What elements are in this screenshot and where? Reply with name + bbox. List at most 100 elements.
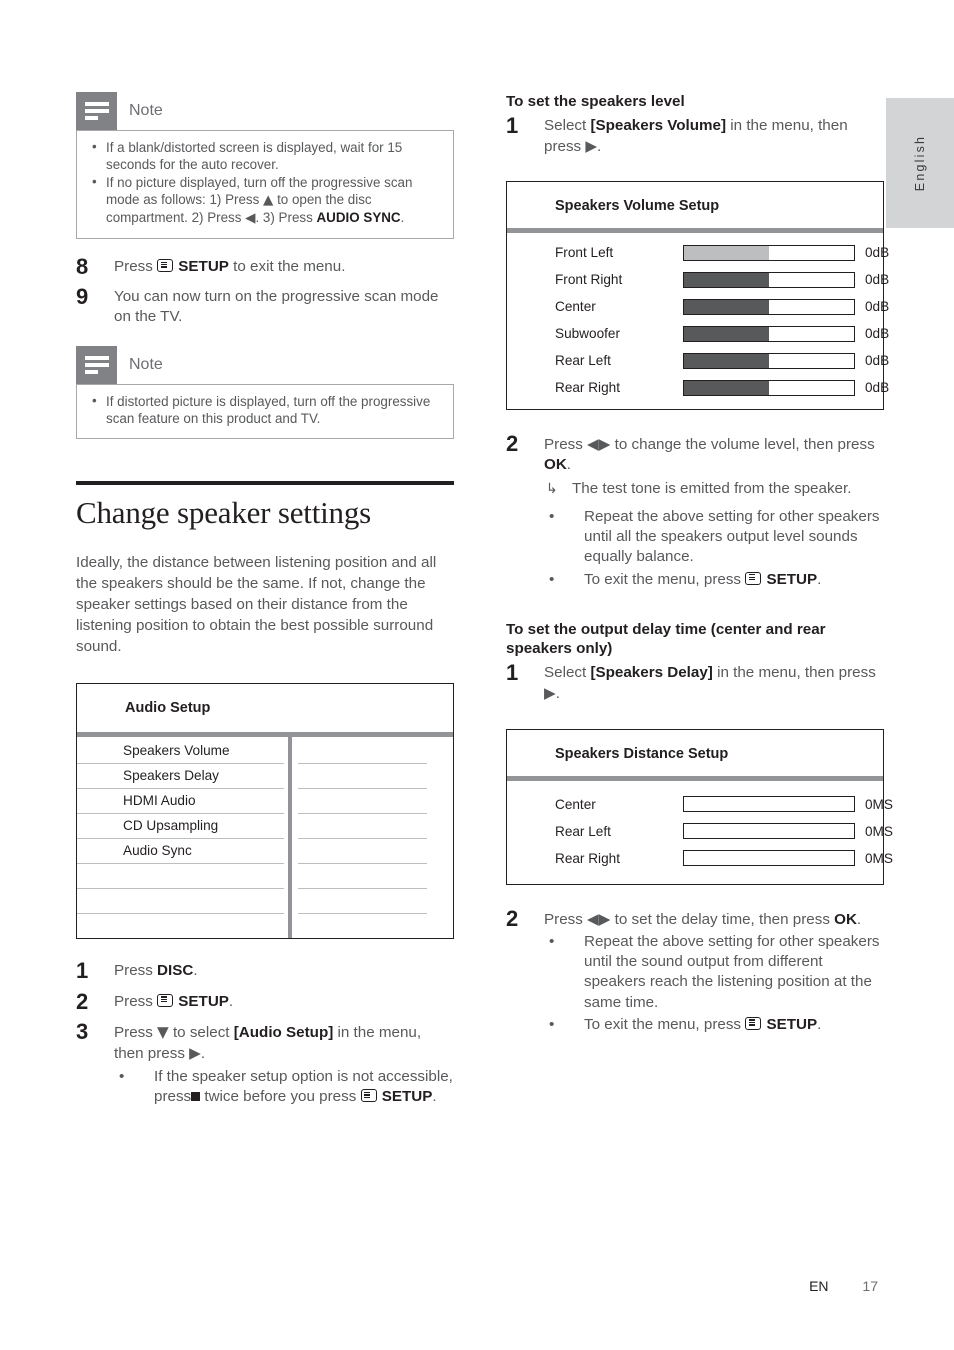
volume-bar[interactable]: [683, 352, 855, 369]
speakers-distance-setup-title: Speakers Distance Setup: [555, 745, 729, 762]
step-2-sublist: Repeat the above setting for other speak…: [544, 507, 884, 590]
speaker-label: Center: [555, 299, 596, 315]
speakers-distance-rows: Center 0MS Rear Left 0MS Rear Right 0MS: [507, 781, 893, 884]
step-8: 8 Press SETUP to exit the menu.: [76, 255, 454, 278]
table-row[interactable]: Rear Left 0dB: [507, 347, 889, 374]
step-text: Select [Speakers Delay] in the menu, the…: [544, 664, 876, 703]
step-text: Press DISC.: [114, 962, 198, 980]
section-paragraph: Ideally, the distance between listening …: [76, 553, 437, 655]
table-row[interactable]: Rear Right 0MS: [507, 845, 893, 872]
volume-value: 0dB: [865, 353, 890, 369]
speaker-label: Center: [555, 796, 596, 812]
speakers-distance-setup-panel: Speakers Distance Setup Center 0MS Rear …: [506, 728, 893, 885]
volume-bar[interactable]: [683, 325, 855, 342]
volume-bar[interactable]: [683, 244, 855, 261]
distance-bar[interactable]: [683, 796, 855, 813]
left-column: Note If a blank/distorted screen is disp…: [76, 92, 454, 1117]
note-icon: [76, 92, 117, 130]
setup-icon: [745, 571, 762, 585]
step-text: You can now turn on the progressive scan…: [114, 288, 439, 326]
step-number: 2: [506, 905, 519, 931]
speaker-label: Front Right: [555, 272, 623, 288]
menu-value-row: [298, 789, 427, 815]
step-number: 2: [506, 431, 519, 457]
table-row[interactable]: Front Left 0dB: [507, 239, 889, 266]
subheading-delay-time: To set the output delay time (center and…: [506, 620, 826, 658]
menu-value-row: [298, 864, 427, 890]
step-text: Press ◀▶ to change the volume level, the…: [544, 432, 884, 592]
distance-bar[interactable]: [683, 850, 855, 867]
step-2: 2 Press SETUP.: [76, 989, 454, 1012]
speaker-label: Front Left: [555, 245, 614, 261]
page-footer: EN 17: [809, 1278, 878, 1294]
audio-setup-menu: Audio Setup Speakers Volume Speakers Del…: [76, 683, 454, 940]
table-row[interactable]: Center 0MS: [507, 791, 893, 818]
section-rule: [76, 480, 454, 485]
list-item: Repeat the above setting for other speak…: [544, 932, 884, 1013]
list-item: To exit the menu, press SETUP.: [544, 1015, 884, 1035]
menu-item-empty: [77, 864, 284, 890]
list-item: If a blank/distorted screen is displayed…: [87, 138, 441, 173]
volume-value: 0dB: [865, 380, 890, 396]
step-text: Select [Speakers Volume] in the menu, th…: [544, 116, 848, 155]
distance-bar[interactable]: [683, 823, 855, 840]
step-number: 8: [76, 254, 89, 280]
menu-value-row: [298, 889, 427, 915]
menu-left-column: Speakers Volume Speakers Delay HDMI Audi…: [77, 737, 288, 938]
speaker-label: Rear Left: [555, 823, 611, 839]
menu-item[interactable]: Speakers Volume: [77, 739, 284, 765]
setup-icon: [360, 1089, 377, 1103]
volume-bar[interactable]: [683, 271, 855, 288]
distance-value: 0MS: [865, 850, 893, 866]
menu-item[interactable]: Audio Sync: [77, 839, 284, 865]
note-title-2: Note: [129, 355, 163, 373]
menu-value-row: [298, 739, 427, 765]
setup-icon: [745, 1016, 762, 1030]
note-icon: [76, 345, 117, 384]
step-1: 1 Press DISC.: [76, 959, 454, 982]
step-number: 1: [506, 112, 519, 138]
step-4-sublist: Repeat the above setting for other speak…: [544, 932, 884, 1035]
right-column: To set the speakers level 1 Select [Spea…: [506, 92, 893, 1044]
distance-value: 0MS: [865, 796, 893, 812]
list-item: Repeat the above setting for other speak…: [544, 507, 884, 568]
menu-value-row: [298, 814, 427, 840]
table-row[interactable]: Center 0dB: [507, 293, 889, 320]
menu-item[interactable]: Speakers Delay: [77, 764, 284, 790]
step-set-delay-1: 1 Select [Speakers Delay] in the menu, t…: [506, 661, 884, 704]
table-row[interactable]: Front Right 0dB: [507, 266, 889, 293]
menu-grid: Speakers Volume Speakers Delay HDMI Audi…: [77, 737, 453, 939]
note-title-1: Note: [129, 102, 163, 119]
list-item: If no picture displayed, turn off the pr…: [87, 173, 441, 227]
language-tab-label: English: [913, 134, 927, 192]
menu-item[interactable]: CD Upsampling: [77, 814, 284, 840]
step-set-level-1: 1 Select [Speakers Volume] in the menu, …: [506, 114, 884, 157]
step-9: 9 You can now turn on the progressive sc…: [76, 285, 454, 327]
table-row[interactable]: Rear Right 0dB: [507, 374, 889, 401]
menu-value-row: [298, 914, 427, 938]
steps-bottom: 1 Press DISC. 2 Press SETUP. 3 Press ▼ t…: [76, 959, 454, 1109]
table-row[interactable]: Subwoofer 0dB: [507, 320, 889, 347]
volume-value: 0dB: [865, 299, 890, 315]
step-number: 1: [76, 958, 89, 984]
note-header-2: Note: [76, 345, 454, 384]
volume-value: 0dB: [865, 245, 890, 261]
note-body-2: If distorted picture is displayed, turn …: [76, 383, 454, 439]
speakers-volume-setup-title: Speakers Volume Setup: [555, 198, 720, 215]
page-title: Change speaker settings: [76, 494, 371, 530]
speakers-volume-setup-panel: Speakers Volume Setup Front Left 0dB Fro…: [506, 181, 889, 411]
list-item: To exit the menu, press SETUP.: [544, 570, 884, 590]
footer-page-number: 17: [862, 1278, 878, 1294]
step-text: Press SETUP.: [114, 992, 234, 1010]
step-number: 1: [506, 660, 519, 686]
table-row[interactable]: Rear Left 0MS: [507, 818, 893, 845]
menu-item-empty: [77, 914, 284, 938]
language-tab: English: [886, 98, 954, 228]
note-box-1: Note If a blank/distorted screen is disp…: [76, 92, 454, 240]
volume-bar[interactable]: [683, 298, 855, 315]
speakers-volume-rows: Front Left 0dB Front Right 0dB Center 0d…: [507, 233, 889, 409]
volume-bar[interactable]: [683, 379, 855, 396]
menu-item[interactable]: HDMI Audio: [77, 789, 284, 815]
menu-value-row: [298, 764, 427, 790]
step-text: Press ▼ to select [Audio Setup] in the m…: [114, 1020, 454, 1110]
